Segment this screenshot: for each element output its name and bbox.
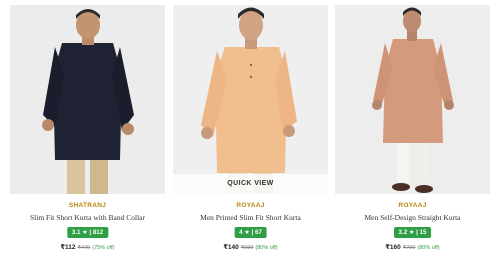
rating-badge: 4 ★ | 67 [234, 227, 267, 238]
original-price: ₹449 [77, 245, 91, 251]
discount-text: (75% off) [92, 245, 115, 251]
product-image[interactable] [10, 5, 165, 194]
rating-badge: 3.1 ★ | 812 [66, 227, 109, 238]
rating-badge: 3.2 ★ | 15 [393, 227, 432, 238]
current-price: ₹112 [60, 244, 76, 251]
original-price: ₹699 [240, 245, 254, 251]
product-title[interactable]: Men Printed Slim Fit Short Kurta [173, 213, 328, 222]
model-photo [335, 5, 490, 194]
current-price: ₹140 [223, 244, 239, 251]
current-price: ₹160 [385, 244, 401, 251]
discount-text: (80% off) [255, 245, 278, 251]
price-row: ₹140 ₹699 (80% off) [173, 243, 328, 251]
product-title[interactable]: Slim Fit Short Kurta with Band Collar [10, 213, 165, 222]
price-row: ₹160 ₹799 (80% off) [335, 243, 490, 251]
product-title[interactable]: Men Self-Design Straight Kurta [335, 213, 490, 222]
model-photo [173, 5, 328, 194]
product-image[interactable]: QUICK VIEW [173, 5, 328, 194]
original-price: ₹799 [402, 245, 416, 251]
quick-view-button[interactable]: QUICK VIEW [173, 174, 328, 194]
product-brand[interactable]: ROYAAJ [173, 202, 328, 209]
model-photo [10, 5, 165, 194]
price-row: ₹112 ₹449 (75% off) [10, 243, 165, 251]
product-brand[interactable]: SHATRANJ [10, 202, 165, 209]
product-brand[interactable]: ROYAAJ [335, 202, 490, 209]
discount-text: (80% off) [417, 245, 440, 251]
product-image[interactable] [335, 5, 490, 194]
